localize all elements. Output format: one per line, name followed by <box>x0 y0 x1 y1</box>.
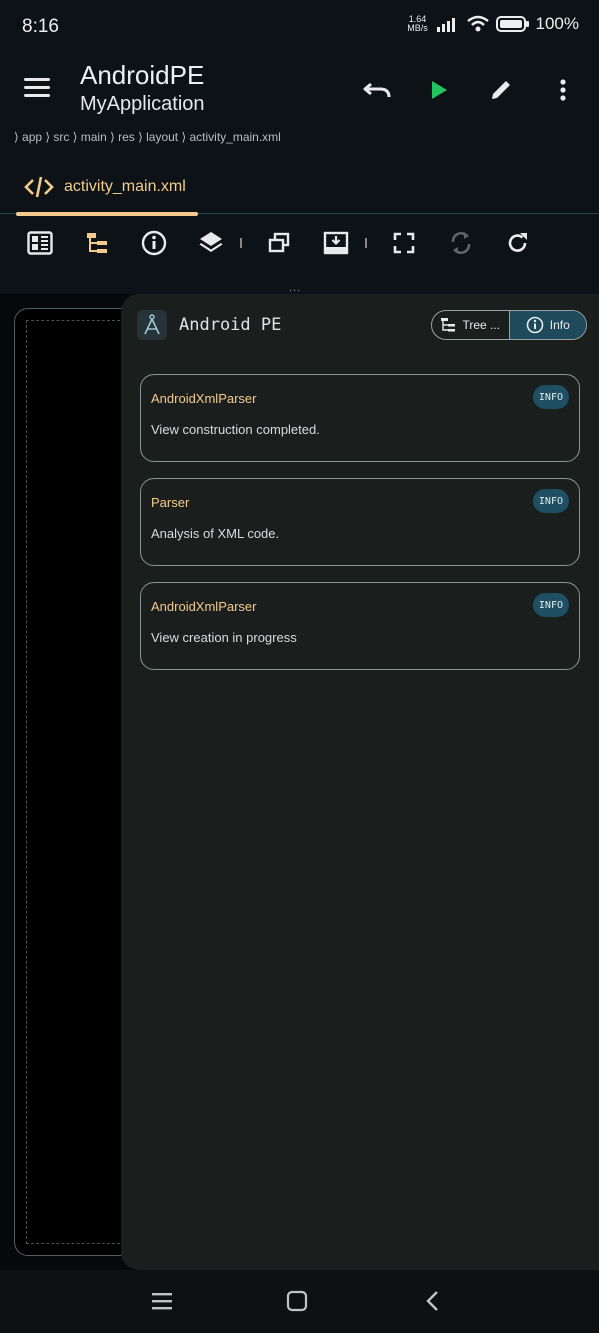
network-speed: 1.64 MB/s <box>406 15 430 33</box>
breadcrumb[interactable]: ⟩ app ⟩ src ⟩ main ⟩ res ⟩ layout ⟩ acti… <box>14 130 281 144</box>
sync-icon <box>451 231 471 255</box>
sync-button[interactable] <box>441 223 481 263</box>
pencil-icon <box>492 81 510 99</box>
log-source: AndroidXmlParser <box>151 599 257 614</box>
undo-button[interactable] <box>355 70 399 110</box>
log-level-badge: INFO <box>532 385 569 409</box>
file-tab-bar: activity_main.xml <box>0 160 599 216</box>
info-button[interactable] <box>134 223 174 263</box>
wifi-icon <box>466 15 489 32</box>
project-name: MyApplication <box>80 93 205 115</box>
status-time: 8:16 <box>22 16 59 37</box>
log-message: Analysis of XML code. <box>151 526 280 541</box>
log-entry[interactable]: Parser INFO Analysis of XML code. <box>140 478 580 566</box>
home-button[interactable] <box>282 1288 312 1314</box>
fullscreen-button[interactable] <box>384 223 424 263</box>
log-source: Parser <box>151 495 190 510</box>
overlap-button[interactable] <box>259 223 299 263</box>
app-title: AndroidPE <box>80 60 205 90</box>
status-icons: 1.64 MB/s 100% <box>406 14 579 34</box>
view-toggle: Tree ... Info <box>431 310 587 340</box>
more-vert-icon <box>560 79 566 101</box>
screen: 8:16 1.64 MB/s 100% AndroidPE MyApplicat… <box>0 0 599 1333</box>
battery-percent: 100% <box>535 14 579 33</box>
tab-activity-main[interactable]: activity_main.xml <box>16 160 198 216</box>
network-speed-unit: MB/s <box>407 23 428 33</box>
toolbar-divider <box>365 238 367 248</box>
app-bar: AndroidPE MyApplication <box>0 54 599 124</box>
square-home-icon <box>286 1290 308 1312</box>
run-button[interactable] <box>417 70 461 110</box>
tree-toggle-option[interactable]: Tree ... <box>432 311 509 339</box>
system-nav-bar <box>0 1270 599 1333</box>
tab-label: activity_main.xml <box>64 178 186 195</box>
log-level-badge: INFO <box>532 489 569 513</box>
undo-icon <box>363 82 391 98</box>
editor-toolbar <box>0 222 599 264</box>
code-icon <box>24 176 54 198</box>
log-level-badge: INFO <box>532 593 569 617</box>
refresh-button[interactable] <box>498 223 538 263</box>
app-bar-actions <box>355 70 585 110</box>
tree-icon <box>87 233 107 253</box>
edit-button[interactable] <box>479 70 523 110</box>
chevron-left-icon <box>426 1291 438 1311</box>
log-entry[interactable]: AndroidXmlParser INFO View creation in p… <box>140 582 580 670</box>
recents-button[interactable] <box>147 1288 177 1314</box>
download-frame-icon <box>323 231 349 255</box>
layers-icon <box>199 232 223 252</box>
menu-lines-icon <box>152 1293 172 1310</box>
overflow-menu-button[interactable] <box>541 70 585 110</box>
info-icon <box>141 230 167 256</box>
log-message: View construction completed. <box>151 422 320 437</box>
log-source: AndroidXmlParser <box>151 391 257 406</box>
hamburger-icon <box>24 78 50 97</box>
active-tab-indicator <box>16 212 198 216</box>
status-bar: 8:16 1.64 MB/s 100% <box>0 0 599 54</box>
panel-header: Android PE <box>137 310 281 340</box>
component-tree-button[interactable] <box>77 223 117 263</box>
refresh-icon <box>508 233 527 252</box>
drag-handle[interactable]: ... <box>289 282 301 294</box>
app-logo <box>137 310 167 340</box>
app-titles: AndroidPE MyApplication <box>80 60 205 118</box>
play-icon <box>432 81 447 99</box>
info-toggle-label: Info <box>549 318 570 332</box>
log-list: AndroidXmlParser INFO View construction … <box>140 374 580 686</box>
tree-toggle-label: Tree ... <box>462 318 501 332</box>
layers-button[interactable] <box>191 223 231 263</box>
panel-title: Android PE <box>179 315 282 335</box>
back-button[interactable] <box>418 1288 448 1314</box>
menu-button[interactable] <box>22 74 52 100</box>
log-message: View creation in progress <box>151 630 297 645</box>
palette-button[interactable] <box>20 223 60 263</box>
overlap-icon <box>268 232 290 253</box>
fullscreen-icon <box>393 232 415 254</box>
signal-icon <box>436 18 455 32</box>
tree-icon <box>441 318 456 332</box>
compass-logo-icon <box>144 314 160 335</box>
info-toggle-option[interactable]: Info <box>508 311 586 339</box>
log-panel: Android PE Tree ... Info AndroidXmlParse <box>121 294 599 1270</box>
info-icon <box>526 316 544 334</box>
toolbar-divider <box>240 238 242 248</box>
log-entry[interactable]: AndroidXmlParser INFO View construction … <box>140 374 580 462</box>
palette-grid-icon <box>27 231 53 255</box>
bottom-bar-button[interactable] <box>316 223 356 263</box>
battery-icon <box>495 16 529 32</box>
